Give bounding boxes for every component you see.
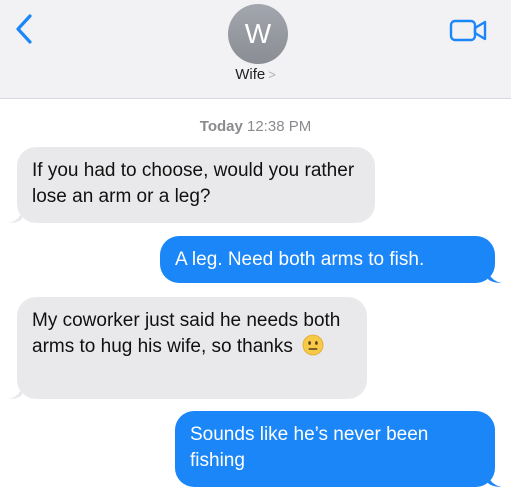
message-text: If you had to choose, would you rather l… — [32, 160, 355, 207]
video-camera-icon — [449, 19, 487, 42]
back-button[interactable] — [10, 12, 40, 46]
messages-screen: W Wife > Today 12:38 PM If you had to cho… — [0, 0, 511, 500]
bubble-tail — [8, 383, 22, 399]
message-text: My coworker just said he needs both arms… — [32, 310, 341, 357]
incoming-message-bubble[interactable]: My coworker just said he needs both arms… — [17, 297, 367, 399]
contact-avatar[interactable]: W — [228, 4, 288, 64]
contact-name: Wife — [235, 66, 266, 83]
incoming-message-bubble[interactable]: If you had to choose, would you rather l… — [17, 147, 375, 223]
chevron-left-icon — [16, 14, 32, 44]
conversation-header: W Wife > — [0, 0, 511, 99]
bubble-tail — [488, 267, 502, 283]
bubble-tail — [488, 471, 502, 487]
message-timestamp: Today 12:38 PM — [0, 118, 511, 135]
avatar-initial: W — [244, 18, 272, 49]
message-text: A leg. Need both arms to fish. — [175, 249, 425, 270]
neutral-face-emoji — [302, 334, 324, 356]
outgoing-message-bubble[interactable]: Sounds like he’s never been fishing — [175, 411, 495, 487]
facetime-video-button[interactable] — [448, 15, 490, 45]
chevron-right-icon: > — [268, 67, 276, 82]
timestamp-time: 12:38 PM — [247, 118, 312, 135]
bubble-tail — [8, 207, 22, 223]
message-text: Sounds like he’s never been fishing — [190, 424, 429, 471]
contact-name-button[interactable]: Wife > — [0, 66, 511, 83]
timestamp-day: Today — [199, 118, 243, 135]
outgoing-message-bubble[interactable]: A leg. Need both arms to fish. — [160, 236, 495, 283]
